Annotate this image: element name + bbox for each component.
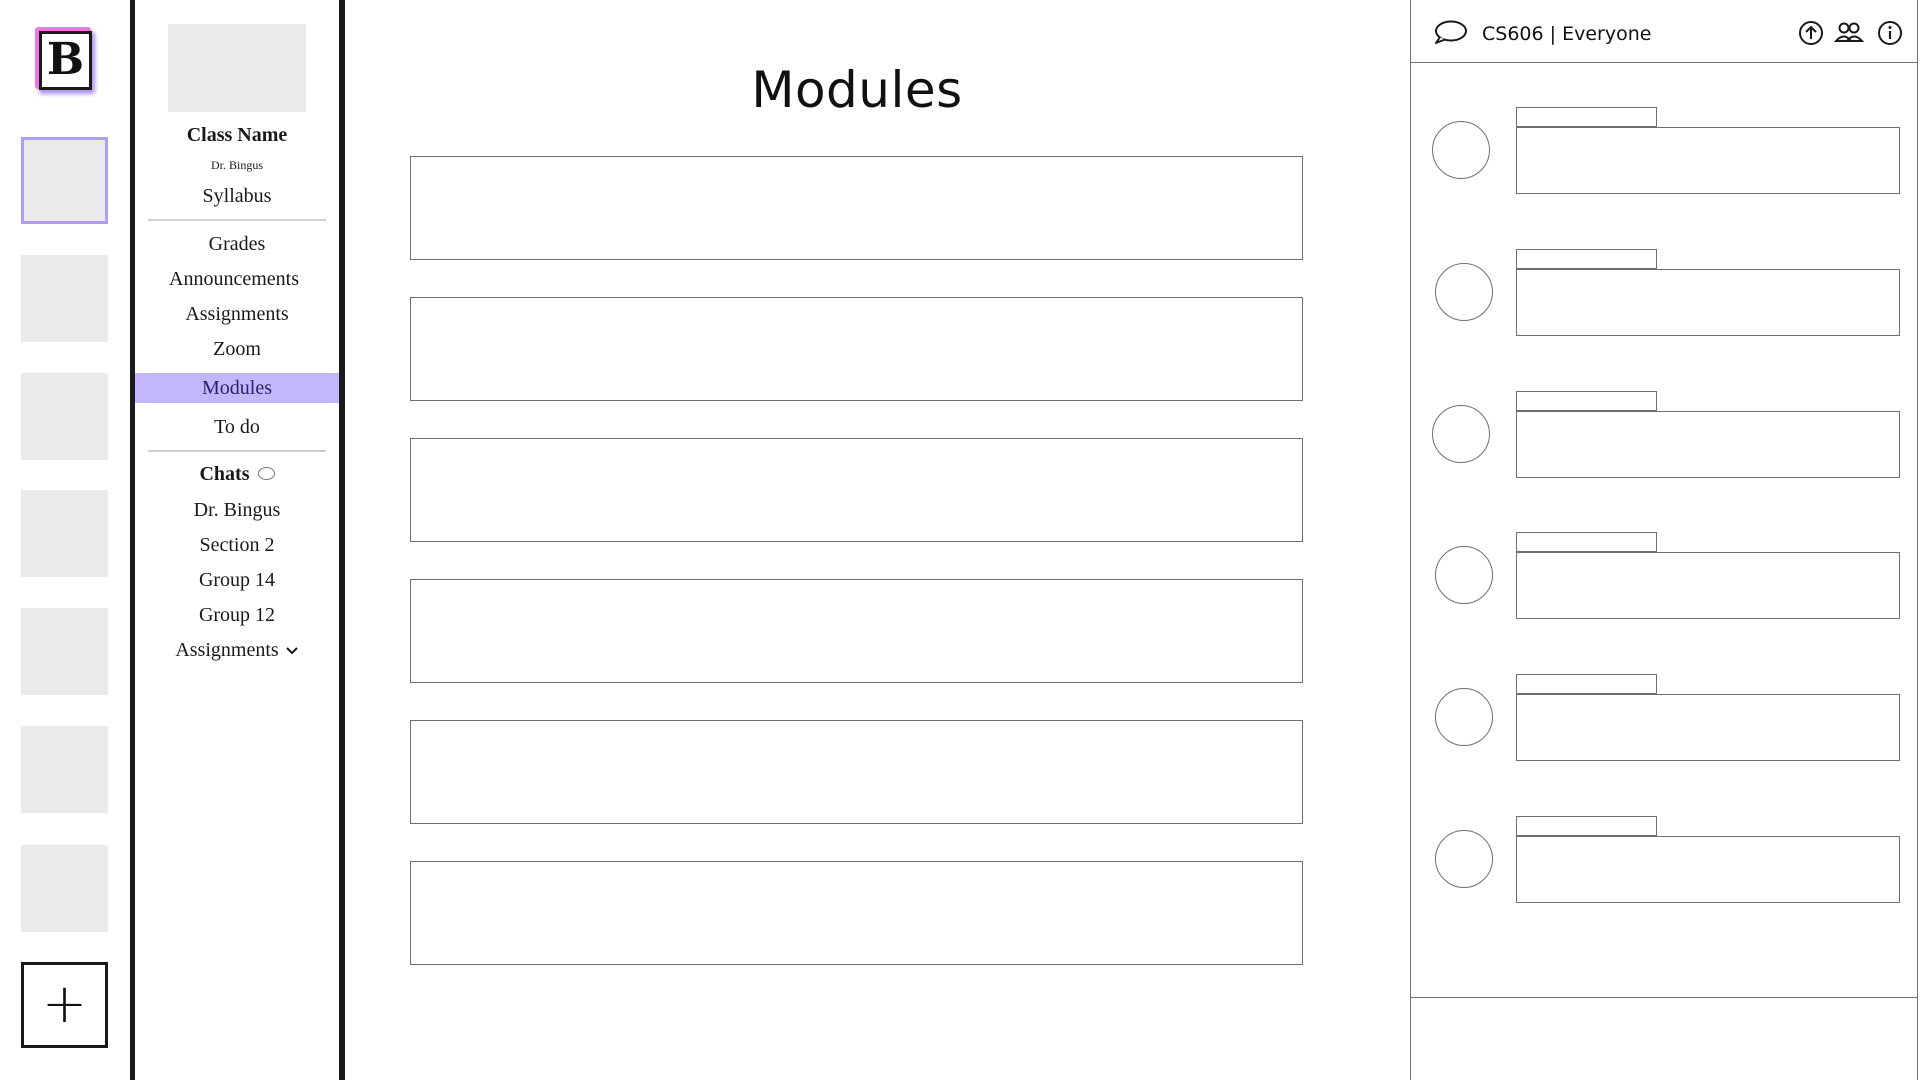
message-body (1516, 694, 1900, 761)
message-author (1516, 391, 1657, 411)
module-card[interactable] (410, 579, 1303, 683)
chats-heading: Chats (135, 462, 339, 486)
nav-assignments[interactable]: Assignments (135, 302, 339, 326)
nav-divider (148, 219, 326, 221)
class-tile[interactable] (21, 255, 108, 342)
module-card[interactable] (410, 861, 1303, 965)
message-body (1516, 552, 1900, 619)
message-body (1516, 269, 1900, 336)
nav-syllabus[interactable]: Syllabus (135, 184, 339, 208)
nav-divider (148, 450, 326, 452)
nav-modules[interactable]: Modules (135, 373, 339, 403)
class-tile[interactable] (21, 373, 108, 460)
class-tile[interactable] (21, 490, 108, 577)
add-class-button[interactable]: + (21, 962, 108, 1048)
avatar (1435, 546, 1493, 604)
class-rail: B + (0, 0, 135, 1080)
app-logo[interactable]: B (35, 27, 95, 93)
message-author (1516, 816, 1657, 836)
nav-zoom[interactable]: Zoom (135, 337, 339, 361)
info-icon[interactable] (1876, 19, 1904, 47)
module-card[interactable] (410, 720, 1303, 824)
chat-bubble-icon (1435, 20, 1467, 44)
nav-announcements[interactable]: Announcements (132, 267, 336, 291)
chats-heading-label: Chats (199, 463, 250, 485)
nav-grades[interactable]: Grades (135, 232, 339, 256)
message-author (1516, 249, 1657, 269)
message-author (1516, 674, 1657, 694)
module-card[interactable] (410, 297, 1303, 401)
nav-todo[interactable]: To do (135, 415, 339, 439)
message-author (1516, 532, 1657, 552)
chat-item-group-12[interactable]: Group 12 (135, 603, 339, 627)
chat-title: CS606 | Everyone (1482, 23, 1652, 45)
message-body (1516, 836, 1900, 903)
class-tile[interactable] (21, 726, 108, 813)
upload-icon[interactable] (1797, 19, 1825, 47)
message-author (1516, 107, 1657, 127)
class-tile-active[interactable] (21, 137, 108, 224)
chat-item-group-14[interactable]: Group 14 (135, 568, 339, 592)
page-title: Modules (751, 61, 963, 119)
chat-item-section-2[interactable]: Section 2 (135, 533, 339, 557)
class-name: Class Name (186, 124, 288, 146)
chat-assignments-label: Assignments (175, 639, 279, 661)
module-card[interactable] (410, 156, 1303, 260)
avatar (1435, 263, 1493, 321)
class-tile[interactable] (21, 845, 108, 932)
class-navigation: Class Name Dr. Bingus Syllabus Grades An… (135, 0, 345, 1080)
logo-letter: B (39, 31, 92, 90)
chat-assignments-dropdown[interactable]: Assignments (135, 638, 339, 662)
class-tile[interactable] (21, 608, 108, 695)
avatar (1432, 121, 1490, 179)
chat-message-input[interactable] (1411, 997, 1917, 1081)
members-icon[interactable] (1834, 19, 1864, 47)
chat-header: CS606 | Everyone (1411, 0, 1917, 63)
nav-modules-label: Modules (202, 377, 272, 399)
chat-item-dr-bingus[interactable]: Dr. Bingus (135, 498, 339, 522)
chat-panel: CS606 | Everyone (1410, 0, 1918, 1081)
avatar (1435, 688, 1493, 746)
avatar (1432, 405, 1490, 463)
message-body (1516, 411, 1900, 478)
message-body (1516, 127, 1900, 194)
class-image (168, 24, 306, 112)
avatar (1435, 830, 1493, 888)
chevron-down-icon (285, 647, 298, 655)
class-instructor: Dr. Bingus (210, 158, 263, 172)
chat-bubble-icon (257, 466, 275, 480)
module-card[interactable] (410, 438, 1303, 542)
